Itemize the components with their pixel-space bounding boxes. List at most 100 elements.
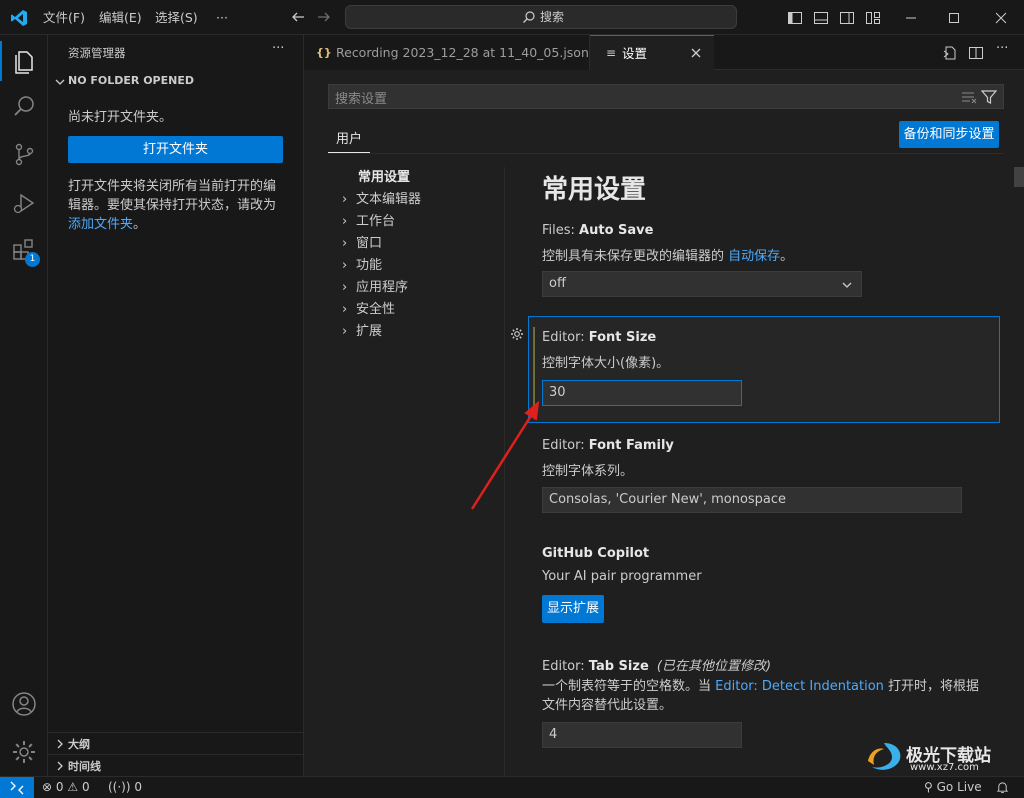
error-icon: ⊗ [42, 780, 53, 794]
tab-size-desc: 一个制表符等于的空格数。当 Editor: Detect Indentation… [542, 677, 992, 715]
menu-edit[interactable]: 编辑(E) [99, 0, 142, 35]
font-size-category: Editor: [542, 330, 589, 345]
outline-section[interactable]: 大纲 [48, 732, 304, 754]
tab-size-name: Tab Size [588, 659, 649, 674]
minimize-window-icon[interactable] [903, 10, 919, 26]
search-label: 搜索 [540, 10, 565, 24]
remote-indicator[interactable] [0, 777, 34, 798]
open-folder-info-text: 打开文件夹将关闭所有当前打开的编辑器。要使其保持打开状态，请改为 [68, 179, 277, 213]
setting-gear-icon[interactable] [510, 327, 524, 341]
close-tab-icon[interactable] [690, 47, 702, 59]
auto-save-link[interactable]: 自动保存 [728, 249, 780, 264]
no-folder-text: 尚未打开文件夹。 [68, 110, 173, 125]
auto-save-value: off [549, 276, 566, 291]
toc-security[interactable]: › 安全性 [342, 299, 395, 321]
copilot-name: GitHub Copilot [542, 546, 650, 561]
run-debug-icon[interactable] [10, 189, 38, 217]
maximize-window-icon[interactable] [946, 10, 962, 26]
toc-features[interactable]: › 功能 [342, 255, 382, 277]
section-header-no-folder[interactable]: NO FOLDER OPENED [52, 73, 302, 91]
manage-gear-icon[interactable] [10, 738, 38, 766]
font-family-input[interactable]: Consolas, 'Courier New', monospace [542, 487, 962, 513]
menu-file[interactable]: 文件(F) [43, 0, 85, 35]
tab-size-input[interactable]: 4 [542, 722, 742, 748]
toc-label: 应用程序 [356, 280, 409, 295]
settings-search-input[interactable]: 搜索设置 [328, 84, 1004, 109]
auto-save-title: Files: Auto Save [542, 223, 653, 238]
font-size-input[interactable]: 30 [542, 380, 742, 406]
section-header-label: NO FOLDER OPENED [68, 74, 194, 87]
warning-icon: ⚠ [67, 780, 79, 794]
search-icon [522, 10, 536, 24]
title-bar: 文件(F) 编辑(E) 选择(S) ··· 搜索 [0, 0, 1024, 35]
toggle-secondary-sidebar-icon[interactable] [839, 10, 855, 26]
toggle-panel-icon[interactable] [813, 10, 829, 26]
user-scope-tab[interactable]: 用户 [328, 123, 370, 153]
explorer-icon[interactable] [10, 46, 38, 74]
clear-filter-icon[interactable] [961, 90, 977, 104]
error-count: 0 [55, 780, 64, 794]
watermark-url: www.xz7.com [910, 762, 979, 773]
auto-save-desc-end: 。 [780, 249, 794, 264]
search-icon[interactable] [10, 92, 38, 120]
menu-more[interactable]: ··· [216, 0, 228, 35]
close-window-icon[interactable] [993, 10, 1009, 26]
auto-save-select[interactable]: off [542, 271, 862, 297]
chevron-right-icon [54, 760, 66, 772]
backup-sync-button[interactable]: 备份和同步设置 [899, 121, 999, 148]
user-scope-label: 用户 [336, 132, 363, 147]
source-control-icon[interactable] [10, 140, 38, 168]
chevron-down-icon [841, 279, 853, 291]
auto-save-category: Files: [542, 223, 580, 238]
extensions-badge: 1 [25, 252, 40, 267]
toc-workbench[interactable]: › 工作台 [342, 211, 395, 233]
toggle-primary-sidebar-icon[interactable] [787, 10, 803, 26]
show-extension-button[interactable]: 显示扩展 [542, 595, 604, 623]
font-size-title: Editor: Font Size [542, 330, 656, 345]
go-live-label: Go Live [936, 780, 982, 794]
tab-label: 设置 [622, 46, 648, 61]
toc-label: 扩展 [356, 324, 383, 339]
tab-size-category: Editor: [542, 659, 589, 674]
open-settings-json-icon[interactable] [942, 45, 958, 61]
toc-window[interactable]: › 窗口 [342, 233, 382, 255]
forward-arrow-icon[interactable] [316, 9, 332, 25]
open-folder-info: 打开文件夹将关闭所有当前打开的编辑器。要使其保持打开状态，请改为添加文件夹。 [68, 177, 284, 234]
tab-recording-json[interactable]: {} Recording 2023_12_28 at 11_40_05.json [304, 35, 590, 70]
activity-bar: 1 [0, 35, 48, 776]
toc-extensions[interactable]: › 扩展 [342, 321, 382, 343]
broadcast-icon: ((·)) [108, 780, 131, 794]
toc-text-editor[interactable]: › 文本编辑器 [342, 189, 421, 211]
toc-common-settings[interactable]: 常用设置 [358, 167, 410, 189]
outline-label: 大纲 [68, 738, 90, 751]
account-icon[interactable] [10, 690, 38, 718]
auto-save-desc: 控制具有未保存更改的编辑器的 自动保存。 [542, 245, 793, 264]
filter-icon[interactable] [981, 89, 997, 105]
toc-label: 文本编辑器 [356, 192, 422, 207]
sidebar-more-button[interactable]: ··· [272, 41, 284, 56]
command-center-search[interactable]: 搜索 [345, 5, 737, 29]
menu-selection[interactable]: 选择(S) [155, 0, 198, 35]
toc-application[interactable]: › 应用程序 [342, 277, 408, 299]
tab-label: Recording 2023_12_28 at 11_40_05.json [336, 45, 589, 60]
problems-indicator[interactable]: ⊗ 0 ⚠ 0 [42, 777, 90, 798]
split-editor-icon[interactable] [968, 45, 984, 61]
ports-indicator[interactable]: ((·)) 0 [108, 777, 142, 798]
notifications-bell-icon[interactable] [996, 781, 1009, 794]
more-actions-icon[interactable]: ··· [996, 41, 1008, 56]
vertical-scrollbar[interactable] [1014, 167, 1024, 187]
go-live-button[interactable]: ⚲ Go Live [924, 777, 982, 798]
active-indicator [0, 41, 2, 81]
detect-indentation-link[interactable]: Editor: Detect Indentation [715, 679, 884, 694]
add-folder-link[interactable]: 添加文件夹 [68, 217, 133, 232]
toc-label: 窗口 [356, 236, 383, 251]
broadcast-icon: ⚲ [924, 780, 933, 794]
copilot-title: GitHub Copilot [542, 546, 649, 561]
status-bar: ⊗ 0 ⚠ 0 ((·)) 0 ⚲ Go Live [0, 776, 1024, 798]
customize-layout-icon[interactable] [865, 10, 881, 26]
back-arrow-icon[interactable] [290, 9, 306, 25]
timeline-section[interactable]: 时间线 [48, 754, 304, 776]
tab-settings[interactable]: ≡ 设置 [590, 35, 714, 71]
open-folder-button[interactable]: 打开文件夹 [68, 136, 283, 163]
tab-size-title: Editor: Tab Size (已在其他位置修改) [542, 655, 771, 674]
